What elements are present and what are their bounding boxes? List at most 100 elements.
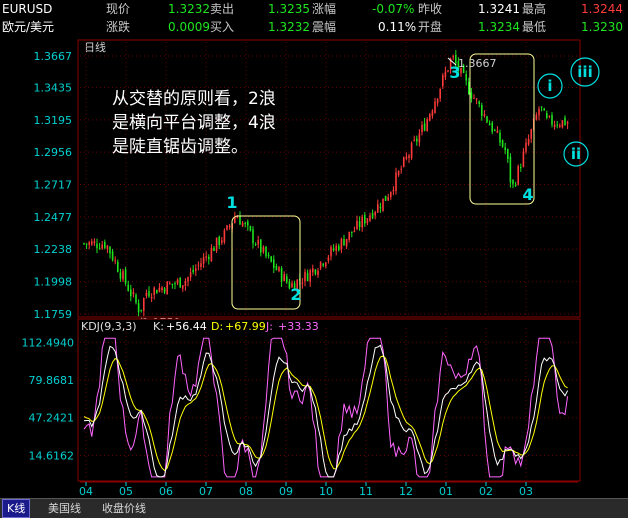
candle-body bbox=[343, 238, 345, 246]
symbol-code: EURUSD bbox=[2, 2, 53, 16]
candle-body bbox=[273, 259, 275, 268]
candle-body bbox=[93, 241, 96, 244]
candle-body bbox=[335, 245, 337, 251]
kdj-y-tick: 47.2421 bbox=[29, 412, 75, 425]
value-open: 1.3234 bbox=[478, 20, 520, 34]
candle-body bbox=[327, 257, 330, 261]
value-change-pct: -0.07% bbox=[372, 2, 415, 16]
high-marker-label: 1.3667 bbox=[458, 57, 497, 70]
candle-body bbox=[205, 256, 207, 258]
candle-body bbox=[236, 217, 239, 219]
x-tick-label: 09 bbox=[279, 485, 293, 498]
candle-body bbox=[218, 236, 220, 246]
kdj-y-tick: 14.6162 bbox=[29, 449, 75, 462]
candle-body bbox=[189, 272, 192, 278]
price-y-tick: 1.1759 bbox=[34, 308, 73, 321]
candle-body bbox=[124, 269, 127, 284]
candle-body bbox=[283, 274, 285, 281]
tab-close-line[interactable]: 收盘价线 bbox=[102, 499, 146, 518]
candle-body bbox=[241, 222, 244, 226]
candle-body bbox=[345, 238, 348, 247]
candle-body bbox=[413, 139, 415, 141]
value-high: 1.3244 bbox=[581, 2, 623, 16]
candle-body bbox=[213, 247, 215, 251]
candle-body bbox=[156, 290, 158, 294]
candle-body bbox=[119, 272, 122, 279]
candle-body bbox=[561, 120, 564, 128]
candle-body bbox=[348, 231, 350, 240]
candle-body bbox=[496, 130, 499, 133]
candle-body bbox=[98, 248, 101, 250]
wave-label-2: 2 bbox=[290, 285, 301, 304]
candle-body bbox=[434, 101, 436, 113]
candle-body bbox=[522, 151, 525, 167]
candle-body bbox=[351, 231, 353, 234]
candle-body bbox=[161, 287, 163, 291]
candle-body bbox=[499, 132, 501, 143]
quote-row-2: 欧元/美元 涨跌 0.0009 买入 1.3232 震幅 0.11% 开盘 1.… bbox=[0, 18, 628, 36]
candle-body bbox=[223, 230, 226, 243]
candle-body bbox=[543, 108, 545, 111]
value-change: 0.0009 bbox=[168, 20, 210, 34]
x-tick-label: 11 bbox=[359, 485, 373, 498]
value-price: 1.3232 bbox=[168, 2, 210, 16]
label-prev-close: 昨收 bbox=[418, 2, 443, 16]
candle-body bbox=[475, 98, 478, 100]
candle-body bbox=[491, 122, 493, 132]
candle-body bbox=[267, 254, 270, 256]
candle-body bbox=[530, 129, 532, 139]
quote-header: EURUSD 现价 1.3232 卖出 1.3235 涨幅 -0.07% 昨收 … bbox=[0, 0, 628, 36]
kdj-d-label: D: bbox=[211, 320, 223, 333]
candle-body bbox=[538, 108, 540, 116]
candle-body bbox=[228, 226, 231, 228]
chart-canvas[interactable]: 日线 1.36671.34351.31951.29561.27171.24771… bbox=[0, 36, 628, 498]
candle-body bbox=[150, 296, 153, 299]
candle-body bbox=[270, 256, 272, 262]
candle-body bbox=[478, 101, 480, 105]
candle-body bbox=[319, 261, 322, 269]
candle-body bbox=[473, 97, 475, 99]
x-tick-label: 10 bbox=[319, 485, 333, 498]
tab-kline[interactable]: K线 bbox=[2, 499, 31, 518]
candle-body bbox=[410, 143, 413, 159]
candle-body bbox=[483, 114, 486, 116]
tab-ohlc-line[interactable]: 美国线 bbox=[48, 499, 81, 518]
candle-body bbox=[382, 198, 384, 211]
label-high: 最高 bbox=[522, 2, 547, 16]
candle-body bbox=[179, 277, 181, 288]
annotation-line-3: 是陡直锯齿调整。 bbox=[112, 137, 248, 157]
candle-body bbox=[254, 244, 257, 246]
kdj-j-label: J: bbox=[265, 320, 273, 333]
candle-body bbox=[197, 264, 200, 266]
candle-body bbox=[444, 71, 447, 78]
candle-body bbox=[403, 157, 405, 167]
value-ask: 1.3235 bbox=[268, 2, 310, 16]
candle-body bbox=[163, 288, 166, 293]
candle-body bbox=[366, 218, 369, 223]
candle-body bbox=[252, 229, 254, 244]
x-axis: 04 05 06 07 08 09 10 11 12 01 02 03 bbox=[79, 481, 578, 498]
candle-body bbox=[423, 123, 426, 131]
candle-body bbox=[405, 156, 408, 159]
wave-label-iii: iii bbox=[577, 63, 592, 81]
candle-body bbox=[507, 149, 509, 159]
annotation-line-1: 从交替的原则看，2浪 bbox=[112, 89, 276, 109]
candle-body bbox=[322, 263, 324, 266]
candle-body bbox=[117, 261, 119, 272]
label-amplitude: 震幅 bbox=[312, 20, 337, 34]
candle-body bbox=[371, 212, 374, 218]
candle-body bbox=[182, 285, 184, 289]
candle-body bbox=[390, 191, 392, 198]
candle-body bbox=[556, 124, 558, 126]
candle-body bbox=[356, 220, 358, 229]
symbol-name: 欧元/美元 bbox=[2, 20, 55, 34]
candle-body bbox=[208, 256, 210, 260]
candle-body bbox=[91, 241, 93, 245]
candle-body bbox=[379, 206, 382, 209]
candle-body bbox=[501, 140, 504, 147]
price-y-tick: 1.1998 bbox=[34, 276, 73, 289]
candle-body bbox=[304, 271, 306, 282]
candle-body bbox=[260, 239, 262, 253]
kdj-k-value: +56.44 bbox=[166, 320, 207, 333]
kdj-indicator-label: KDJ(9,3,3) bbox=[81, 320, 137, 333]
